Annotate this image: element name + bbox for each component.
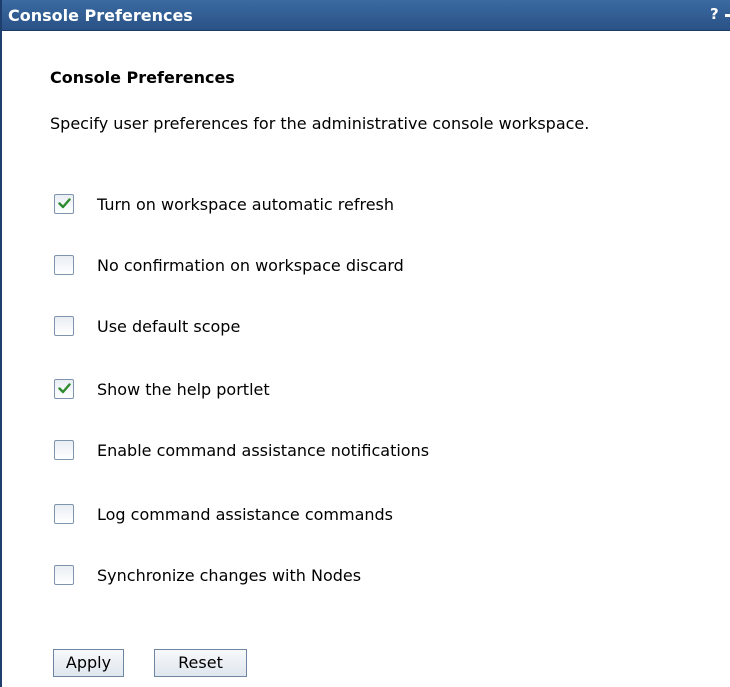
option-no-confirmation[interactable]: No confirmation on workspace discard [54,253,404,277]
checkmark-icon [58,198,71,209]
window-title: Console Preferences [8,6,193,25]
option-label: Use default scope [97,316,241,336]
help-icon[interactable]: ? [710,5,720,23]
option-label: Log command assistance commands [97,504,394,524]
option-label: Turn on workspace automatic refresh [97,194,395,214]
command-notifications-checkbox[interactable] [54,440,74,460]
help-portlet-checkbox[interactable] [54,379,74,399]
option-label: Synchronize changes with Nodes [97,565,362,585]
no-confirmation-checkbox[interactable] [54,255,74,275]
option-label: Show the help portlet [97,379,270,399]
page-heading: Console Preferences [50,68,235,87]
reset-button[interactable]: Reset [154,649,247,677]
page-description: Specify user preferences for the adminis… [50,114,590,133]
apply-button[interactable]: Apply [53,649,124,677]
option-workspace-refresh[interactable]: Turn on workspace automatic refresh [54,192,394,216]
option-default-scope[interactable]: Use default scope [54,314,240,338]
synchronize-nodes-checkbox[interactable] [54,565,74,585]
default-scope-checkbox[interactable] [54,316,74,336]
option-synchronize-nodes[interactable]: Synchronize changes with Nodes [54,563,361,587]
console-preferences-panel: Console Preferences ? Console Preference… [0,0,730,687]
option-command-notifications[interactable]: Enable command assistance notifications [54,438,429,462]
option-label: Enable command assistance notifications [97,440,430,460]
option-log-commands[interactable]: Log command assistance commands [54,502,393,526]
option-label: No confirmation on workspace discard [97,255,404,275]
checkmark-icon [58,383,71,394]
title-bar: Console Preferences ? [2,0,730,31]
log-commands-checkbox[interactable] [54,504,74,524]
workspace-refresh-checkbox[interactable] [54,194,74,214]
minimize-icon[interactable] [725,14,730,17]
option-help-portlet[interactable]: Show the help portlet [54,377,270,401]
